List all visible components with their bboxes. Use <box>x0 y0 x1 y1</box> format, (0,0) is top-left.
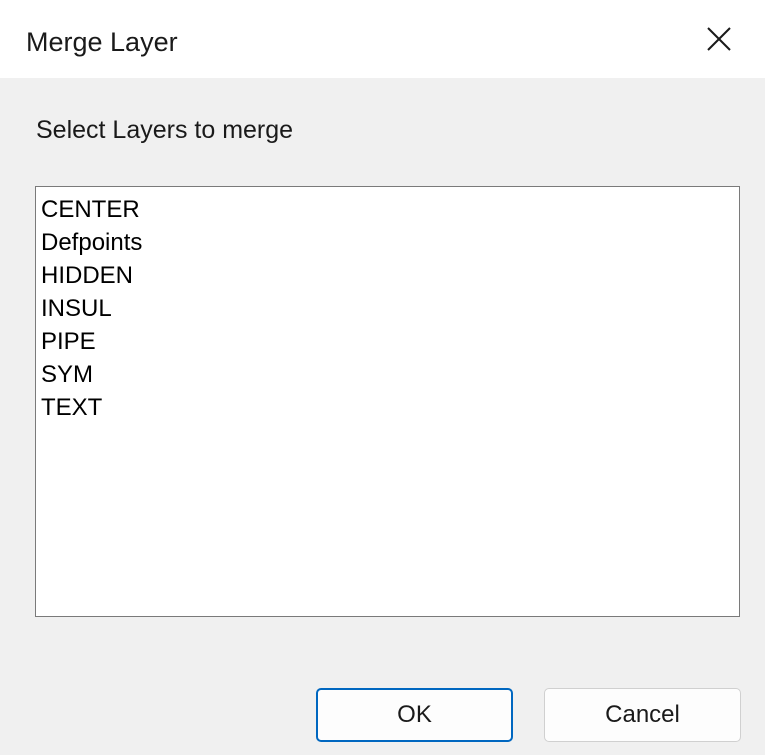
dialog-title: Merge Layer <box>26 27 178 57</box>
close-icon <box>706 26 732 52</box>
ok-button[interactable]: OK <box>316 688 513 742</box>
list-item-sym[interactable]: SYM <box>41 358 739 391</box>
merge-layer-dialog: Merge Layer Select Layers to merge CENTE… <box>0 0 765 755</box>
select-layers-label: Select Layers to merge <box>36 116 294 144</box>
list-item-defpoints[interactable]: Defpoints <box>41 226 739 259</box>
list-item-insul[interactable]: INSUL <box>41 292 739 325</box>
title-bar: Merge Layer <box>0 0 765 78</box>
close-button[interactable] <box>673 0 765 78</box>
list-item-text[interactable]: TEXT <box>41 391 739 424</box>
list-item-pipe[interactable]: PIPE <box>41 325 739 358</box>
layer-listbox[interactable]: CENTER Defpoints HIDDEN INSUL PIPE SYM T… <box>35 186 740 617</box>
list-item-hidden[interactable]: HIDDEN <box>41 259 739 292</box>
list-item-center[interactable]: CENTER <box>41 193 739 226</box>
cancel-button[interactable]: Cancel <box>544 688 741 742</box>
